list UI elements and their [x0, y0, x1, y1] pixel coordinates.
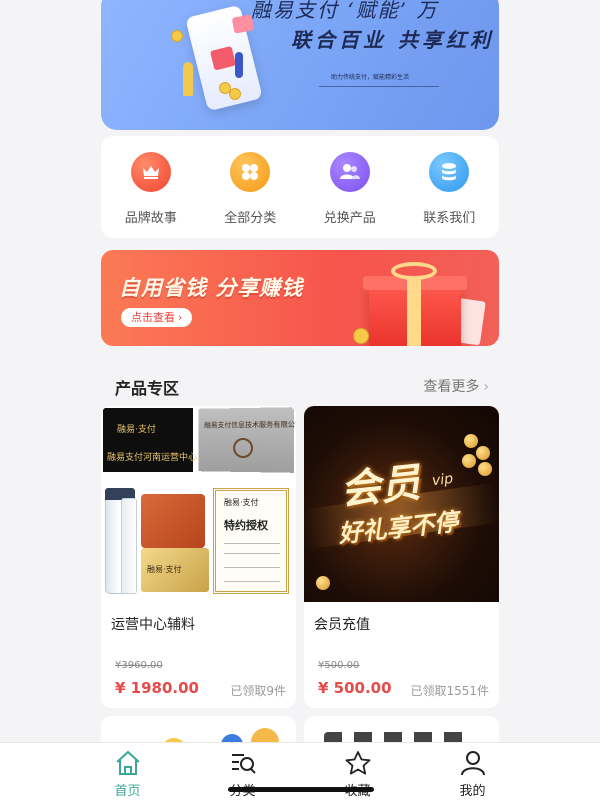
hero-slogan: 联合百业 共享红利 — [291, 28, 494, 52]
product-price: ¥ 500.00 — [318, 679, 392, 697]
product-card[interactable]: 会员 vip 好礼享不停 会员充值 ¥500.00 ¥ 500.00 已领取15… — [304, 406, 499, 708]
certificate-head: 融易·支付 — [224, 498, 259, 507]
nav-contact-us[interactable]: 联系我们 — [409, 152, 489, 226]
grid-icon — [230, 152, 271, 192]
seal-icon — [233, 437, 253, 459]
hero-slogan-top: 融易支付 ‘赋能’ 万 — [251, 0, 439, 22]
plaque-black: 融易·支付 融易支付河南运营中心 — [103, 408, 197, 472]
home-indicator[interactable] — [228, 787, 374, 792]
tab-label: 首页 — [114, 784, 141, 799]
nav-label: 联系我们 — [423, 211, 476, 226]
certificate-line — [224, 543, 280, 544]
coin-illustration — [229, 88, 241, 100]
crown-icon — [130, 152, 171, 192]
product-claimed-count: 已领取9件 — [230, 684, 286, 698]
product-name: 运营中心辅料 — [111, 617, 195, 633]
product-card[interactable]: 融易·支付 融易支付河南运营中心 融易支付信息技术服务有限公司 融易·支付 融易… — [101, 406, 296, 708]
tab-profile[interactable]: 我的 — [433, 749, 513, 799]
hero-divider — [319, 86, 439, 87]
product-section-header: 产品专区 查看更多 › — [101, 370, 499, 400]
nav-all-categories[interactable]: 全部分类 — [210, 152, 290, 226]
certificate-illustration: 融易·支付 特约授权 — [213, 488, 289, 594]
promo-banner[interactable]: 自用省钱 分享赚钱 点击查看 › — [101, 250, 499, 346]
product-image: 会员 vip 好礼享不停 — [304, 406, 499, 602]
certificate-line — [224, 581, 280, 582]
coin-illustration — [353, 328, 369, 344]
product-name: 会员充值 — [314, 617, 370, 633]
tab-home[interactable]: 首页 — [88, 749, 168, 799]
category-search-icon — [228, 749, 258, 777]
coin-illustration — [316, 576, 330, 590]
plaque-silver-text: 融易支付信息技术服务有限公司 — [204, 420, 296, 430]
product-claimed-count: 已领取1551件 — [410, 684, 489, 698]
certificate-line — [224, 567, 280, 568]
home-icon — [113, 749, 143, 777]
nav-label: 全部分类 — [224, 211, 277, 226]
product-image: 融易·支付 融易支付河南运营中心 融易支付信息技术服务有限公司 融易·支付 融易… — [101, 406, 296, 602]
gift-bow-illustration — [391, 262, 437, 280]
product-price: ¥ 1980.00 — [115, 679, 199, 697]
hero-banner[interactable]: 融易支付 ‘赋能’ 万 联合百业 共享红利 助力传统支付，赋能精彩生活 — [101, 0, 499, 130]
product-original-price: ¥500.00 — [318, 660, 360, 671]
promo-view-button[interactable]: 点击查看 › — [121, 308, 193, 327]
hero-tagline: 助力传统支付，赋能精彩生活 — [331, 74, 410, 81]
nav-label: 品牌故事 — [124, 211, 177, 226]
promo-title: 自用省钱 分享赚钱 — [119, 276, 304, 300]
plaque-logo-text: 融易·支付 — [117, 425, 156, 435]
promo-button-label: 点击查看 — [131, 311, 175, 324]
profile-icon — [458, 749, 488, 777]
plaque-text: 融易支付河南运营中心 — [107, 453, 198, 463]
star-icon — [343, 749, 373, 777]
nav-brand-story[interactable]: 品牌故事 — [111, 152, 191, 226]
notebook-illustration — [141, 494, 205, 548]
certificate-line — [224, 553, 280, 554]
coin-illustration — [478, 462, 492, 476]
tab-label: 我的 — [459, 784, 486, 799]
coin-illustration — [171, 30, 183, 42]
view-more-link[interactable]: 查看更多 › — [423, 376, 489, 396]
gift-ribbon-illustration — [407, 276, 421, 346]
bottle-illustration — [121, 498, 137, 594]
vip-tag: vip — [431, 470, 454, 490]
view-more-label: 查看更多 — [423, 379, 480, 395]
section-title: 产品专区 — [115, 379, 180, 398]
nav-redeem-products[interactable]: 兑换产品 — [310, 152, 390, 226]
coin-illustration — [462, 454, 476, 468]
product-original-price: ¥3960.00 — [115, 660, 163, 671]
gold-card-illustration: 融易·支付 — [141, 548, 209, 592]
gift-illustration — [209, 45, 237, 71]
database-icon — [429, 152, 470, 192]
certificate-title: 特约授权 — [224, 519, 268, 532]
users-icon — [329, 152, 370, 192]
coin-illustration — [476, 446, 490, 460]
chevron-right-icon: › — [483, 379, 489, 395]
person-illustration — [183, 62, 193, 96]
gold-card-text: 融易·支付 — [147, 565, 182, 574]
person-illustration — [235, 52, 243, 78]
quick-nav: 品牌故事 全部分类 兑换产品 联系我们 — [101, 136, 499, 238]
arrow-right-icon: › — [178, 311, 183, 324]
plaque-silver: 融易支付信息技术服务有限公司 — [198, 407, 296, 473]
coin-illustration — [464, 434, 478, 448]
nav-label: 兑换产品 — [323, 211, 376, 226]
